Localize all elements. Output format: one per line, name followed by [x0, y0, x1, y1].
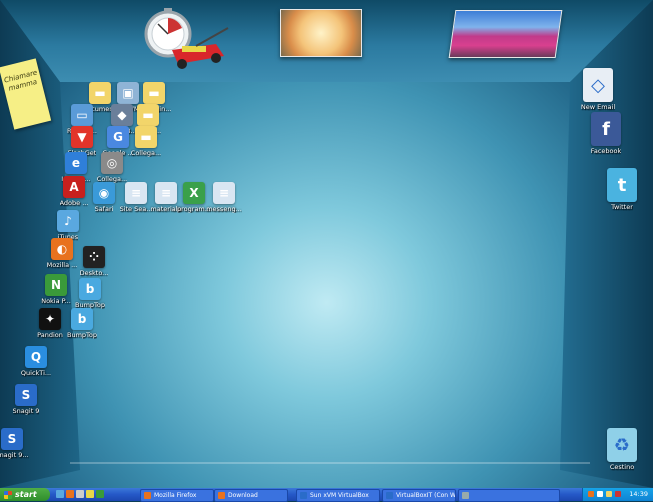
taskbar-button[interactable]: Mozilla Firefox: [140, 489, 214, 502]
desktop-icon-snagit1[interactable]: S Snagit 9: [0, 384, 52, 415]
tray-security-icon[interactable]: [615, 491, 621, 497]
tray-volume-icon[interactable]: [606, 491, 612, 497]
desktop-icon-label: New Email: [580, 103, 616, 111]
folder-icon: ▬: [143, 82, 165, 104]
start-button[interactable]: start: [0, 488, 50, 501]
taskbar: start Mozilla Firefox Download Sun xVM Vir…: [0, 488, 653, 502]
virtualbox-icon: [386, 492, 393, 499]
windows-flag-icon: [4, 490, 12, 499]
quicklaunch-folder-icon[interactable]: [86, 490, 94, 498]
desktop-icon-bumptop1[interactable]: b BumpTop: [64, 278, 116, 309]
desktop-icon-bumptop2[interactable]: b BumpTop: [56, 308, 108, 339]
download-icon: [218, 492, 225, 499]
quicklaunch-desktop-icon[interactable]: [76, 490, 84, 498]
blackberry-icon: ⁘: [83, 246, 105, 268]
taskbar-button[interactable]: VirtualBoxIT (Con Wa...: [382, 489, 456, 502]
room-floor-edge: [70, 462, 590, 464]
desktop-icon-label: Twitter: [611, 203, 633, 211]
folder-icon: ▬: [137, 104, 159, 126]
quicklaunch-firefox-icon[interactable]: [66, 490, 74, 498]
desktop-icon-label: QuickTi...: [20, 369, 52, 377]
desktop-icon-snagit2[interactable]: SSnagit 9...: [0, 428, 38, 459]
desktop-icon-label: messeng...: [206, 205, 242, 213]
start-label: start: [15, 490, 37, 499]
desktop-icon-quicktime[interactable]: Q QuickTi...: [10, 346, 62, 377]
taskbar-button[interactable]: [458, 489, 560, 502]
firefox-icon: [144, 492, 151, 499]
desktop-icon-desktop[interactable]: ⁘ Deskto...: [68, 246, 120, 277]
desktop-icon-label: Snagit 9: [12, 407, 40, 415]
lawnmower-stopwatch-icon[interactable]: [136, 4, 232, 74]
quicklaunch-ie-icon[interactable]: [56, 490, 64, 498]
desktop-icon-facebook[interactable]: f Facebook: [580, 112, 632, 155]
quicktime-icon: Q: [25, 346, 47, 368]
desktop-icon-label: Deskto...: [79, 269, 109, 277]
snagit-icon: S: [1, 428, 23, 450]
virtualbox-icon: [300, 492, 307, 499]
desktop-icon-newemail[interactable]: ◇ New Email: [572, 68, 624, 111]
facebook-icon: f: [591, 112, 621, 146]
taskbar-button-label: Sun xVM VirtualBox: [310, 492, 369, 499]
tray-network-icon[interactable]: [597, 491, 603, 497]
taskbar-button-label: VirtualBoxIT (Con Wa...: [396, 492, 456, 499]
bumptop-icon: b: [79, 278, 101, 300]
taskbar-button[interactable]: Download: [214, 489, 288, 502]
desktop-icon-label: Snagit 9...: [0, 451, 29, 459]
twitter-icon: t: [607, 168, 637, 202]
bumptop-icon: b: [71, 308, 93, 330]
system-tray: 14:39: [582, 488, 653, 501]
internet-explorer-icon: e: [65, 152, 87, 174]
shortcut-icon: ◎: [101, 152, 123, 174]
snagit-icon: S: [15, 384, 37, 406]
bumptop-room: Chiamare mamma ▬Documenti▣SugarVM...▬Imm…: [0, 0, 653, 488]
computer-icon: ▭: [71, 104, 93, 126]
quicklaunch-app-icon[interactable]: [96, 490, 104, 498]
folder-icon: ▬: [135, 126, 157, 148]
desktop-icon-itunes[interactable]: ♪ iTunes: [42, 210, 94, 241]
wall-picture-flower[interactable]: [280, 9, 362, 57]
app-icon: [462, 492, 469, 499]
clock: 14:39: [629, 490, 648, 498]
desktop-icon-label: Facebook: [590, 147, 622, 155]
email-icon: ◇: [583, 68, 613, 102]
taskbar-button-label: Mozilla Firefox: [154, 492, 197, 499]
desktop-icon-twitter[interactable]: t Twitter: [596, 168, 648, 211]
flashget-icon: ▼: [71, 126, 93, 148]
sticky-note-text: Chiamare mamma: [3, 68, 39, 93]
taskbar-button-label: Download: [228, 492, 258, 499]
recycle-bin-icon: ♻: [607, 428, 637, 462]
desktop-icon-cestino[interactable]: ♻ Cestino: [596, 428, 648, 471]
document-icon: ≡: [213, 182, 235, 204]
desktop-icon-label: Cestino: [609, 463, 635, 471]
taskbar-button[interactable]: Sun xVM VirtualBox: [296, 489, 380, 502]
desktop-icon-messenger[interactable]: ≡ messeng...: [198, 182, 250, 213]
wall-picture-flowers-field[interactable]: [448, 10, 563, 58]
tray-app-icon[interactable]: [588, 491, 594, 497]
desktop-icon-label: BumpTop: [66, 331, 97, 339]
itunes-icon: ♪: [57, 210, 79, 232]
